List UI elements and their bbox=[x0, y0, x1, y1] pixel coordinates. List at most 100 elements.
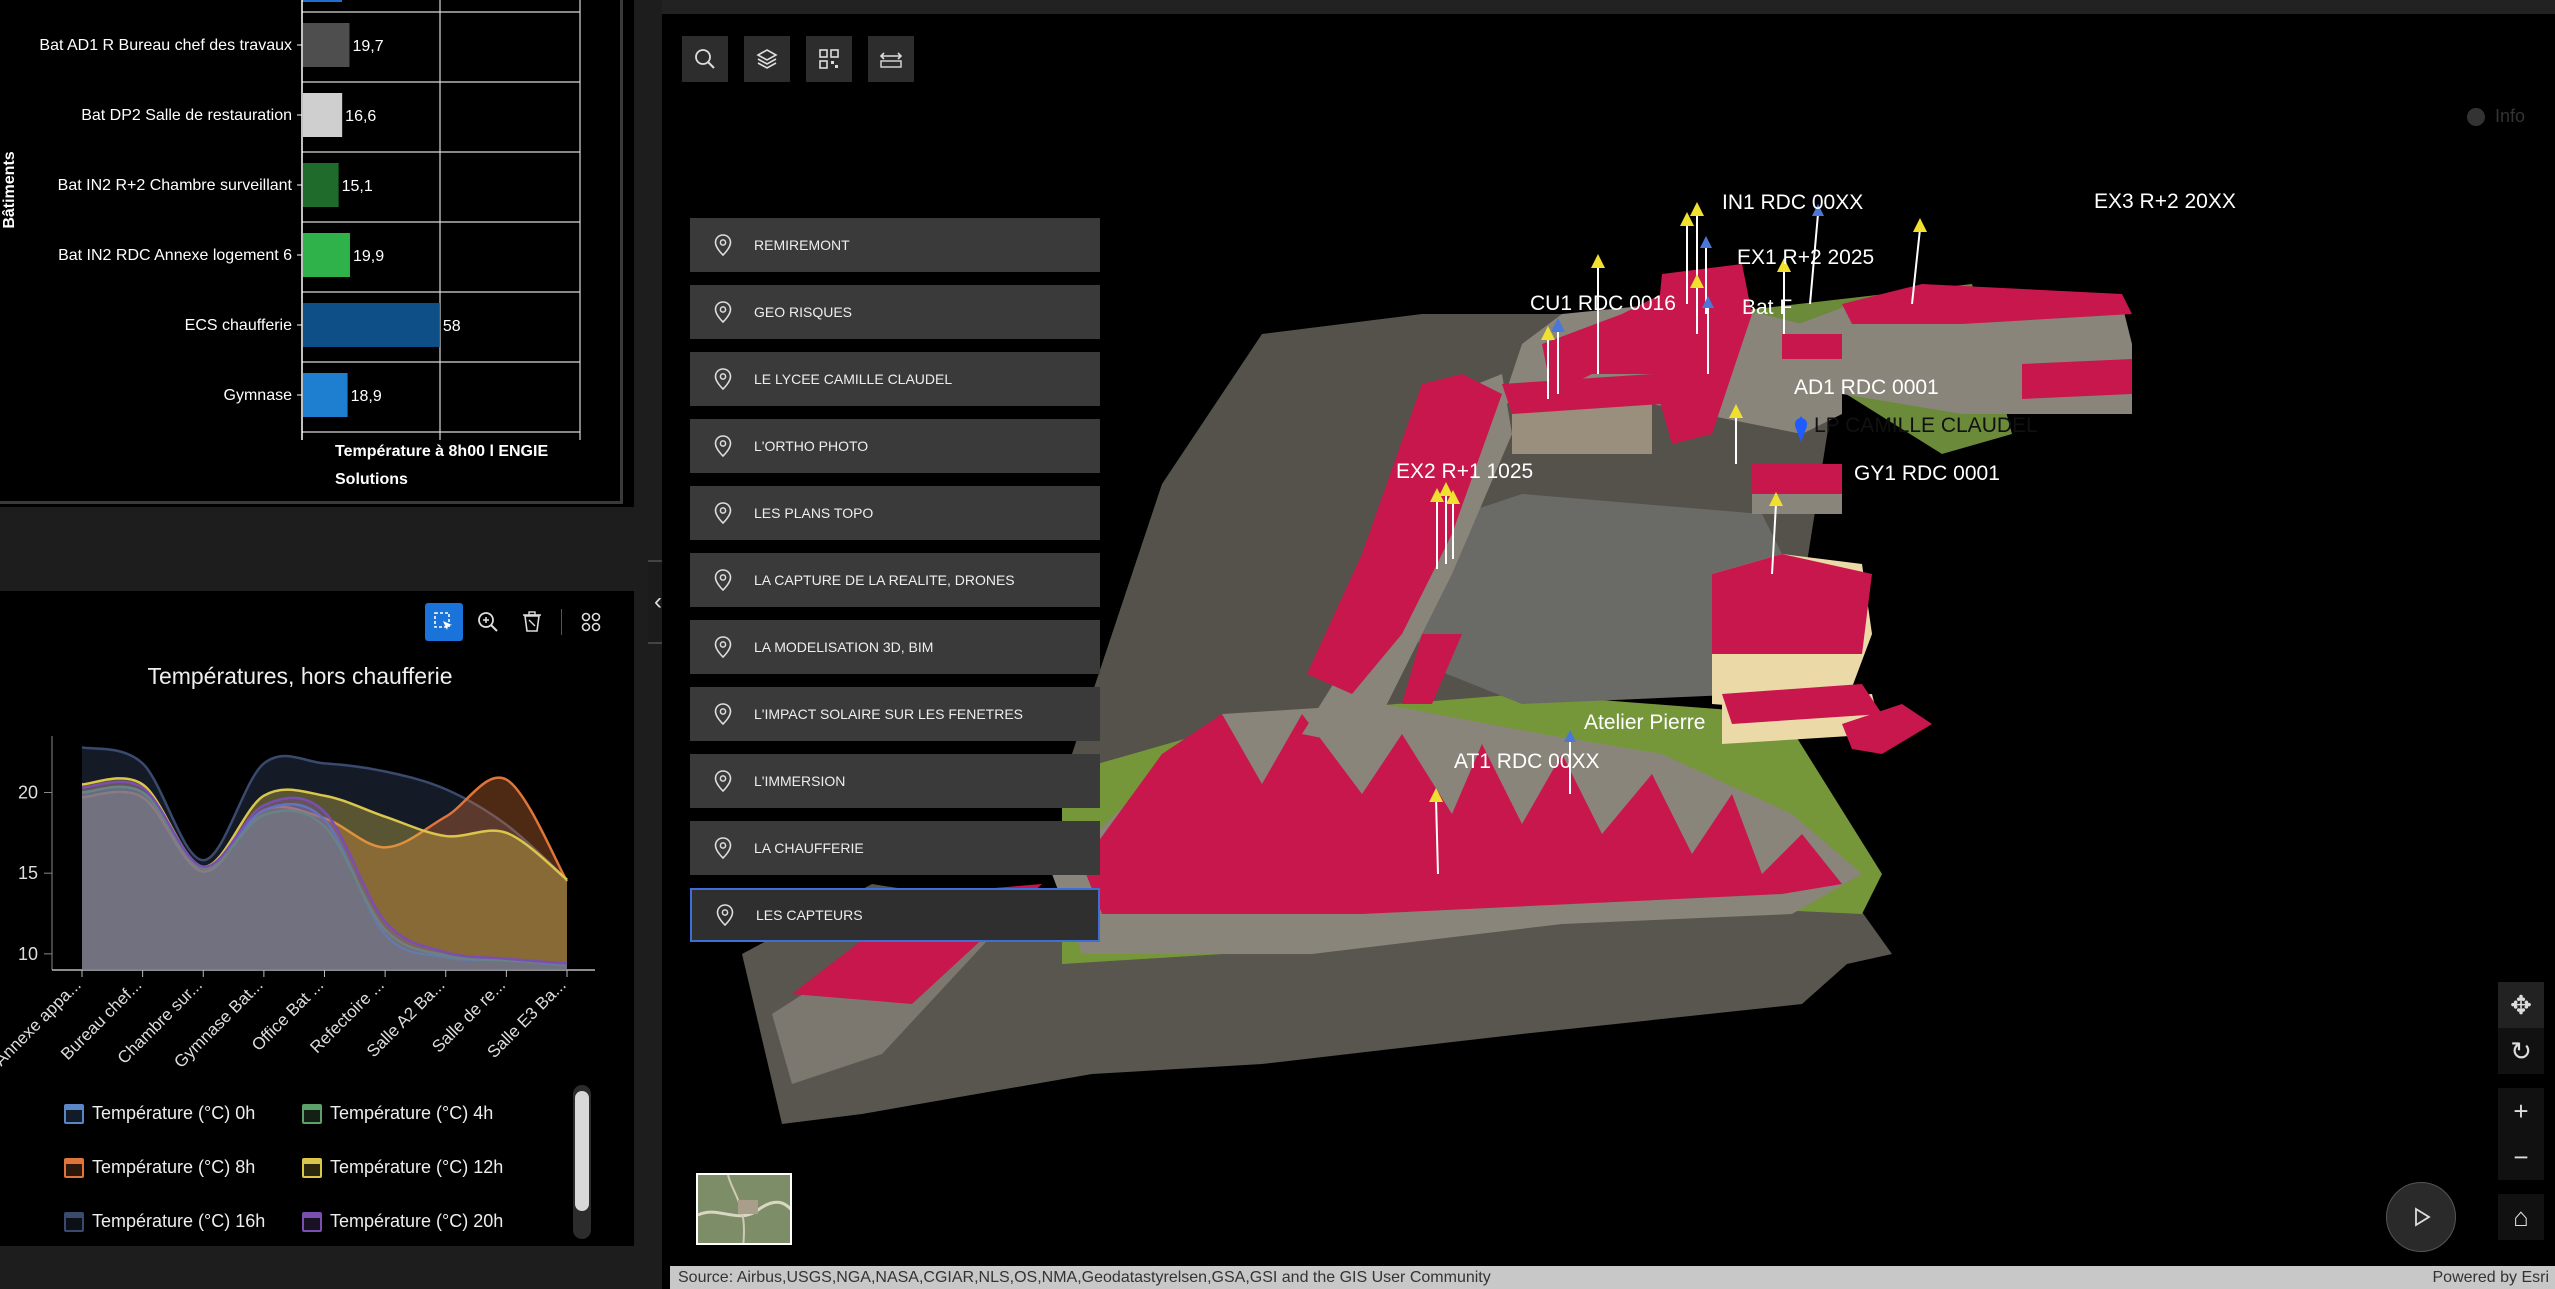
powered-by[interactable]: Powered by Esri bbox=[2426, 1266, 2555, 1289]
legend-label: Température (°C) 16h bbox=[92, 1211, 266, 1231]
scene-label[interactable]: Bat F bbox=[1742, 296, 1792, 319]
bookmark-label: REMIREMONT bbox=[754, 237, 850, 253]
legend-item[interactable]: Température (°C) 0h bbox=[64, 1103, 255, 1124]
bookmark-item[interactable]: LES PLANS TOPO bbox=[690, 486, 1100, 540]
bookmark-label: L'ORTHO PHOTO bbox=[754, 438, 869, 454]
qr-code-button[interactable] bbox=[806, 36, 852, 82]
info-link[interactable]: Info bbox=[2466, 106, 2525, 127]
bookmark-item[interactable]: LA MODELISATION 3D, BIM bbox=[690, 620, 1100, 674]
legend-item[interactable]: Température (°C) 4h bbox=[302, 1103, 493, 1124]
pan-button[interactable]: ✥ bbox=[2498, 982, 2544, 1028]
layers-icon bbox=[756, 49, 778, 69]
rotate-button[interactable]: ↻ bbox=[2498, 1028, 2544, 1074]
panel-divider bbox=[634, 0, 662, 1289]
bookmark-label: LA MODELISATION 3D, BIM bbox=[754, 639, 934, 655]
basemap-thumbnail[interactable] bbox=[696, 1173, 792, 1245]
zoom-in-button[interactable]: + bbox=[2498, 1088, 2544, 1134]
legend-swatch bbox=[302, 1211, 322, 1232]
legend-label: Température (°C) 8h bbox=[92, 1157, 256, 1177]
play-tour-button[interactable] bbox=[2386, 1182, 2456, 1252]
scene-label[interactable]: EX2 R+1 1025 bbox=[1396, 460, 1533, 483]
bookmark-item[interactable]: LA CAPTURE DE LA REALITE, DRONES bbox=[690, 553, 1100, 607]
bookmark-label: LES CAPTEURS bbox=[756, 907, 863, 923]
location-pin-icon bbox=[714, 234, 732, 256]
bookmark-item[interactable]: REMIREMONT bbox=[690, 218, 1100, 272]
zoom-out-button[interactable]: − bbox=[2498, 1134, 2544, 1180]
bookmark-label: LE LYCEE CAMILLE CLAUDEL bbox=[754, 371, 953, 387]
bookmark-item[interactable]: LE LYCEE CAMILLE CLAUDEL bbox=[690, 352, 1100, 406]
building-roof bbox=[1712, 554, 1872, 654]
play-icon bbox=[2415, 1207, 2431, 1227]
zoom-button[interactable] bbox=[469, 603, 507, 641]
panel-gap bbox=[0, 507, 634, 591]
scene-label[interactable]: Atelier Pierre bbox=[1584, 711, 1705, 734]
category-label: Bat AD1 R Bureau chef des travaux bbox=[39, 37, 292, 54]
bookmark-item[interactable]: L'IMMERSION bbox=[690, 754, 1100, 808]
location-pin-icon bbox=[714, 301, 732, 323]
scene-label[interactable]: GY1 RDC 0001 bbox=[1854, 462, 2000, 485]
bookmark-item[interactable]: GEO RISQUES bbox=[690, 285, 1100, 339]
home-button[interactable]: ⌂ bbox=[2498, 1194, 2544, 1240]
chart-toolbar bbox=[425, 603, 610, 641]
bookmark-label: GEO RISQUES bbox=[754, 304, 853, 320]
bookmark-item[interactable]: L'IMPACT SOLAIRE SUR LES FENETRES bbox=[690, 687, 1100, 741]
bar-value-label: 19,9 bbox=[353, 248, 384, 265]
info-icon bbox=[2466, 107, 2485, 126]
scene-label[interactable]: EX3 R+2 20XX bbox=[2094, 190, 2236, 213]
location-pin-icon bbox=[714, 770, 732, 792]
legend-item[interactable]: Température (°C) 20h bbox=[302, 1211, 503, 1232]
area-chart-panel: Températures, hors chaufferie bbox=[0, 591, 622, 1246]
bar-partial[interactable] bbox=[302, 0, 342, 2]
bar-chart-panel: Bat AD1 R Bureau chef des travaux 19,7 Bat… bbox=[0, 0, 623, 504]
legend-item[interactable]: Température (°C) 8h bbox=[64, 1157, 255, 1178]
bar-value-label: 16,6 bbox=[345, 108, 376, 125]
scene-view[interactable]: IN1 RDC 00XX EX3 R+2 20XX EX1 R+2 2025 B… bbox=[662, 14, 2555, 1289]
legend-swatch bbox=[64, 1103, 84, 1124]
scene-label[interactable]: AD1 RDC 0001 bbox=[1794, 376, 1939, 399]
legend-swatch bbox=[302, 1103, 322, 1124]
bookmark-label: LES PLANS TOPO bbox=[754, 505, 874, 521]
location-pin-icon bbox=[716, 904, 734, 926]
location-pin-icon bbox=[714, 703, 732, 725]
scene-label[interactable]: LP CAMILLE CLAUDEL bbox=[1814, 414, 2038, 437]
x-axis-title: Température à 8h00 l ENGIE bbox=[335, 443, 548, 460]
bar[interactable] bbox=[303, 373, 348, 417]
measure-button[interactable] bbox=[868, 36, 914, 82]
legend-scroll-thumb[interactable] bbox=[575, 1091, 589, 1211]
attribution-text: Source: Airbus,USGS,NGA,NASA,CGIAR,NLS,O… bbox=[678, 1269, 1491, 1286]
apps-button[interactable] bbox=[572, 603, 610, 641]
search-button[interactable] bbox=[682, 36, 728, 82]
category-label: ECS chaufferie bbox=[185, 317, 292, 334]
clear-selection-button[interactable] bbox=[513, 603, 551, 641]
bar[interactable] bbox=[303, 93, 343, 137]
scene-label[interactable]: EX1 R+2 2025 bbox=[1737, 246, 1874, 269]
category-label: Bat IN2 R+2 Chambre surveillant bbox=[58, 177, 293, 194]
legend-item[interactable]: Température (°C) 16h bbox=[64, 1211, 265, 1232]
bookmark-item[interactable]: LA CHAUFFERIE bbox=[690, 821, 1100, 875]
minimap-image bbox=[698, 1175, 790, 1243]
legend-swatch bbox=[64, 1157, 84, 1178]
bar[interactable] bbox=[303, 303, 440, 347]
bar-value-label: 15,1 bbox=[342, 178, 373, 195]
bar[interactable] bbox=[303, 163, 339, 207]
legend-item[interactable]: Température (°C) 12h bbox=[302, 1157, 503, 1178]
legend-label: Température (°C) 0h bbox=[92, 1103, 256, 1123]
bookmark-label: L'IMMERSION bbox=[754, 773, 846, 789]
legend-scrollbar[interactable] bbox=[573, 1085, 591, 1239]
scene-label[interactable]: IN1 RDC 00XX bbox=[1722, 191, 1863, 214]
legend-label: Température (°C) 4h bbox=[330, 1103, 494, 1123]
chart-title: Températures, hors chaufferie bbox=[147, 663, 453, 689]
scene-label[interactable]: AT1 RDC 00XX bbox=[1454, 750, 1600, 773]
apps-icon bbox=[581, 612, 601, 632]
bookmark-item[interactable]: L'ORTHO PHOTO bbox=[690, 419, 1100, 473]
building-roof bbox=[1752, 464, 1842, 494]
select-button[interactable] bbox=[425, 603, 463, 641]
bar[interactable] bbox=[303, 23, 350, 67]
bookmark-item[interactable]: LES CAPTEURS bbox=[690, 888, 1100, 942]
bar[interactable] bbox=[303, 233, 350, 277]
search-icon bbox=[695, 49, 715, 69]
building-roof bbox=[2022, 359, 2132, 399]
scene-label[interactable]: CU1 RDC 0016 bbox=[1530, 292, 1676, 315]
layers-button[interactable] bbox=[744, 36, 790, 82]
bar-chart: Bat AD1 R Bureau chef des travaux 19,7 Bat… bbox=[1, 0, 581, 488]
